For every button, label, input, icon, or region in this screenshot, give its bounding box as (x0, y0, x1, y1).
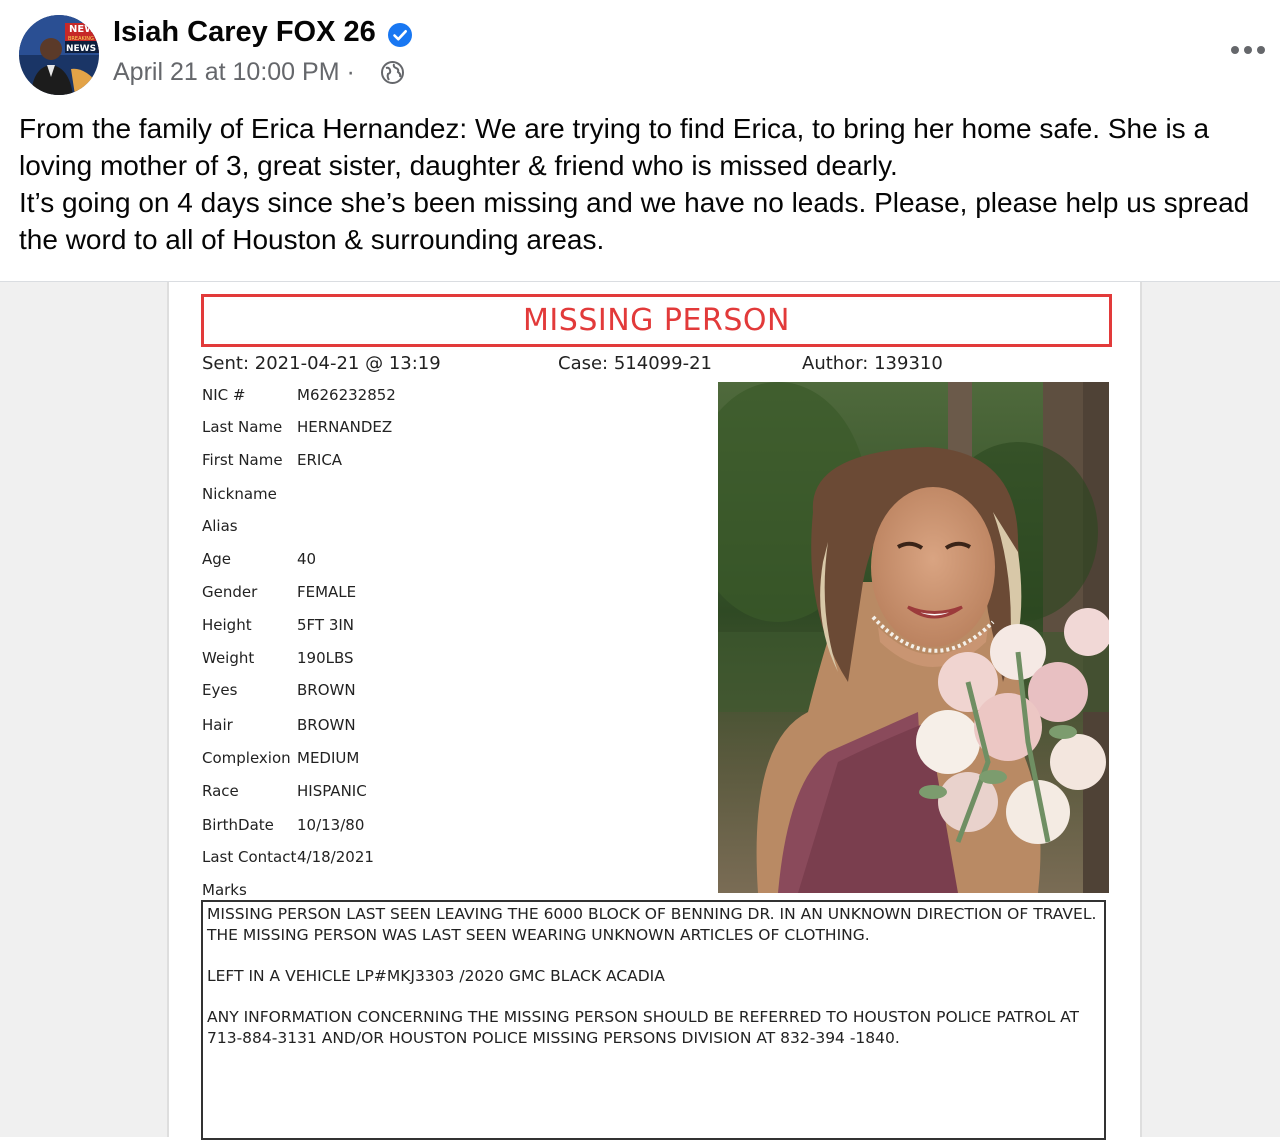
field-label-race: Race (202, 782, 239, 800)
field-label-complexion: Complexion (202, 749, 291, 767)
field-value-complexion: MEDIUM (297, 749, 360, 767)
field-label-hair: Hair (202, 716, 233, 734)
field-label-age: Age (202, 550, 232, 568)
case-label: Case: (558, 353, 609, 374)
post-date[interactable]: April 21 at 10:00 PM (113, 58, 340, 86)
missing-person-bulletin: MISSING PERSON Sent: 2021-04-21 @ 13:19 … (167, 282, 1142, 1140)
author-value: 139310 (874, 353, 943, 374)
marks-paragraph-1: MISSING PERSON LAST SEEN LEAVING THE 600… (207, 905, 1097, 944)
avatar-overlay-bot: NEWS (66, 44, 96, 54)
field-value-eyes: BROWN (297, 681, 356, 699)
field-value-last-contact: 4/18/2021 (297, 848, 374, 866)
field-label-nickname: Nickname (202, 485, 277, 503)
field-value-nic: M626232852 (297, 386, 396, 404)
post-text-line-1: From the family of Erica Hernandez: We a… (19, 113, 1210, 181)
field-value-weight: 190LBS (297, 649, 354, 667)
field-label-first-name: First Name (202, 451, 283, 469)
field-label-marks: Marks (202, 881, 247, 899)
field-value-hair: BROWN (297, 716, 356, 734)
field-label-birthdate: BirthDate (202, 816, 274, 834)
verified-badge-icon (387, 22, 413, 48)
avatar-overlay-top: NEWS (69, 24, 99, 35)
author-label: Author: (802, 353, 869, 374)
author-avatar[interactable]: NEWS BREAKING NEWS (19, 15, 99, 95)
case-value: 514099-21 (613, 353, 712, 374)
sent-label: Sent: (202, 353, 250, 374)
field-label-eyes: Eyes (202, 681, 238, 699)
field-label-gender: Gender (202, 583, 258, 601)
field-value-age: 40 (297, 550, 317, 568)
field-value-race: HISPANIC (297, 782, 367, 800)
author-name[interactable]: Isiah Carey FOX 26 (113, 16, 376, 49)
more-options-button[interactable] (1226, 36, 1270, 64)
field-value-last-name: HERNANDEZ (297, 418, 393, 436)
marks-details-box: MISSING PERSON LAST SEEN LEAVING THE 600… (201, 900, 1106, 1140)
post-message: From the family of Erica Hernandez: We a… (19, 110, 1269, 258)
marks-paragraph-3: ANY INFORMATION CONCERNING THE MISSING P… (207, 1008, 1080, 1047)
post-text-line-2: It’s going on 4 days since she’s been mi… (19, 187, 1250, 255)
avatar-overlay-mid: BREAKING (68, 36, 94, 42)
marks-paragraph-2: LEFT IN A VEHICLE LP#MKJ3303 /2020 GMC B… (207, 967, 665, 985)
field-label-weight: Weight (202, 649, 255, 667)
post-header: NEWS BREAKING NEWS Isiah Carey FOX 26 Ap… (0, 0, 1280, 100)
field-value-height: 5FT 3IN (297, 616, 355, 634)
field-value-birthdate: 10/13/80 (297, 816, 365, 834)
missing-person-photo (718, 382, 1109, 893)
post-meta: April 21 at 10:00 PM · (113, 58, 355, 87)
field-value-gender: FEMALE (297, 583, 357, 601)
field-label-last-contact: Last Contact (202, 848, 297, 866)
bulletin-title-box: MISSING PERSON (201, 294, 1112, 347)
author-info: Author: 139310 (802, 353, 943, 374)
post-image[interactable]: MISSING PERSON Sent: 2021-04-21 @ 13:19 … (0, 282, 1280, 1140)
more-options-icon (1231, 46, 1265, 54)
field-value-first-name: ERICA (297, 451, 343, 469)
field-label-last-name: Last Name (202, 418, 283, 436)
field-label-nic: NIC # (202, 386, 246, 404)
case-info: Case: 514099-21 (558, 353, 712, 374)
sent-value: 2021-04-21 @ 13:19 (254, 353, 441, 374)
bulletin-title: MISSING PERSON (523, 303, 790, 338)
field-label-alias: Alias (202, 517, 238, 535)
globe-icon[interactable] (380, 60, 405, 85)
field-label-height: Height (202, 616, 252, 634)
meta-separator: · (346, 58, 355, 86)
sent-info: Sent: 2021-04-21 @ 13:19 (202, 353, 441, 374)
